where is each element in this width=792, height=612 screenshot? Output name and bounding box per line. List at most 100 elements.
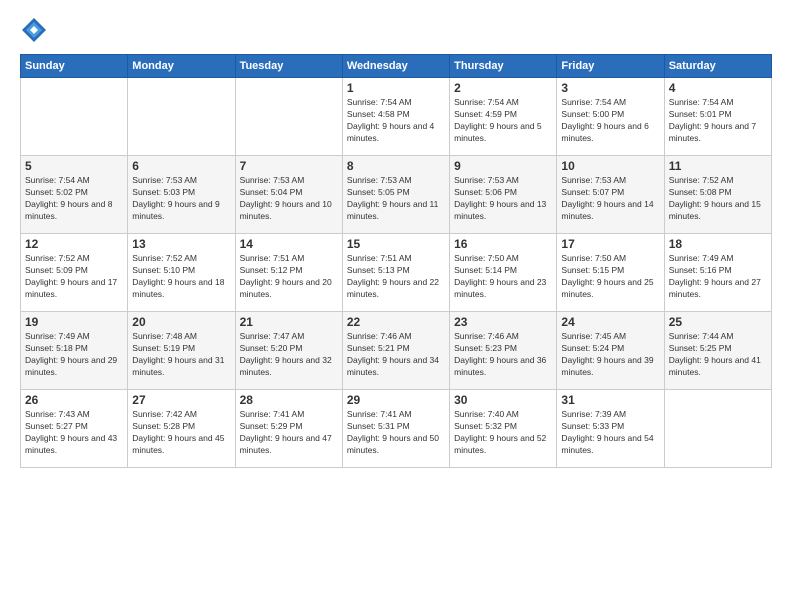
calendar-cell: 24Sunrise: 7:45 AMSunset: 5:24 PMDayligh…: [557, 312, 664, 390]
calendar-cell: 11Sunrise: 7:52 AMSunset: 5:08 PMDayligh…: [664, 156, 771, 234]
day-info: Sunrise: 7:46 AMSunset: 5:23 PMDaylight:…: [454, 331, 552, 379]
day-info: Sunrise: 7:53 AMSunset: 5:07 PMDaylight:…: [561, 175, 659, 223]
day-number: 27: [132, 393, 230, 407]
calendar-cell: 16 Sunrise: 7:50 AMSunset: 5:14 PMDayligh…: [450, 234, 557, 312]
calendar-cell: 2 Sunrise: 7:54 AMSunset: 4:59 PMDaylight…: [450, 78, 557, 156]
day-number: 1: [347, 81, 445, 95]
day-info: Sunrise: 7:53 AMSunset: 5:06 PMDaylight:…: [454, 175, 552, 223]
logo: [20, 16, 52, 44]
day-info: Sunrise: 7:49 AMSunset: 5:18 PMDaylight:…: [25, 331, 123, 379]
day-number: 18: [669, 237, 767, 251]
day-info: Sunrise: 7:51 AMSunset: 5:12 PMDaylight:…: [240, 253, 338, 301]
day-number: 14: [240, 237, 338, 251]
week-row-3: 12 Sunrise: 7:52 AMSunset: 5:09 PMDayligh…: [21, 234, 772, 312]
weekday-header-monday: Monday: [128, 55, 235, 78]
calendar-cell: 21 Sunrise: 7:47 AMSunset: 5:20 PMDayligh…: [235, 312, 342, 390]
calendar-cell: 12 Sunrise: 7:52 AMSunset: 5:09 PMDayligh…: [21, 234, 128, 312]
weekday-header-sunday: Sunday: [21, 55, 128, 78]
day-info: Sunrise: 7:53 AMSunset: 5:05 PMDaylight:…: [347, 175, 445, 223]
logo-icon: [20, 16, 48, 44]
calendar-cell: [21, 78, 128, 156]
header: [20, 16, 772, 44]
calendar-cell: 27 Sunrise: 7:42 AMSunset: 5:28 PMDayligh…: [128, 390, 235, 468]
day-info: Sunrise: 7:49 AMSunset: 5:16 PMDaylight:…: [669, 253, 767, 301]
day-number: 17: [561, 237, 659, 251]
week-row-1: 1 Sunrise: 7:54 AMSunset: 4:58 PMDaylight…: [21, 78, 772, 156]
day-number: 24: [561, 315, 659, 329]
calendar-cell: 1 Sunrise: 7:54 AMSunset: 4:58 PMDaylight…: [342, 78, 449, 156]
day-info: Sunrise: 7:50 AMSunset: 5:14 PMDaylight:…: [454, 253, 552, 301]
calendar-cell: 20Sunrise: 7:48 AMSunset: 5:19 PMDayligh…: [128, 312, 235, 390]
day-number: 12: [25, 237, 123, 251]
day-info: Sunrise: 7:54 AMSunset: 4:59 PMDaylight:…: [454, 97, 552, 145]
calendar-table: SundayMondayTuesdayWednesdayThursdayFrid…: [20, 54, 772, 468]
day-number: 26: [25, 393, 123, 407]
day-info: Sunrise: 7:51 AMSunset: 5:13 PMDaylight:…: [347, 253, 445, 301]
calendar-cell: [235, 78, 342, 156]
weekday-header-wednesday: Wednesday: [342, 55, 449, 78]
day-info: Sunrise: 7:52 AMSunset: 5:08 PMDaylight:…: [669, 175, 767, 223]
day-info: Sunrise: 7:39 AMSunset: 5:33 PMDaylight:…: [561, 409, 659, 457]
calendar-page: SundayMondayTuesdayWednesdayThursdayFrid…: [0, 0, 792, 612]
day-info: Sunrise: 7:41 AMSunset: 5:31 PMDaylight:…: [347, 409, 445, 457]
day-number: 31: [561, 393, 659, 407]
day-number: 30: [454, 393, 552, 407]
week-row-2: 5 Sunrise: 7:54 AMSunset: 5:02 PMDaylight…: [21, 156, 772, 234]
calendar-cell: [128, 78, 235, 156]
calendar-cell: 3Sunrise: 7:54 AMSunset: 5:00 PMDaylight…: [557, 78, 664, 156]
day-info: Sunrise: 7:42 AMSunset: 5:28 PMDaylight:…: [132, 409, 230, 457]
day-number: 7: [240, 159, 338, 173]
day-number: 8: [347, 159, 445, 173]
calendar-cell: 25Sunrise: 7:44 AMSunset: 5:25 PMDayligh…: [664, 312, 771, 390]
day-number: 22: [347, 315, 445, 329]
weekday-header-tuesday: Tuesday: [235, 55, 342, 78]
weekday-header-friday: Friday: [557, 55, 664, 78]
weekday-header-saturday: Saturday: [664, 55, 771, 78]
day-info: Sunrise: 7:53 AMSunset: 5:04 PMDaylight:…: [240, 175, 338, 223]
calendar-cell: 8 Sunrise: 7:53 AMSunset: 5:05 PMDaylight…: [342, 156, 449, 234]
day-number: 23: [454, 315, 552, 329]
calendar-cell: [664, 390, 771, 468]
calendar-cell: 17Sunrise: 7:50 AMSunset: 5:15 PMDayligh…: [557, 234, 664, 312]
day-number: 13: [132, 237, 230, 251]
calendar-cell: 23 Sunrise: 7:46 AMSunset: 5:23 PMDayligh…: [450, 312, 557, 390]
day-info: Sunrise: 7:46 AMSunset: 5:21 PMDaylight:…: [347, 331, 445, 379]
calendar-cell: 10 Sunrise: 7:53 AMSunset: 5:07 PMDayligh…: [557, 156, 664, 234]
week-row-4: 19 Sunrise: 7:49 AMSunset: 5:18 PMDayligh…: [21, 312, 772, 390]
day-info: Sunrise: 7:40 AMSunset: 5:32 PMDaylight:…: [454, 409, 552, 457]
day-number: 21: [240, 315, 338, 329]
day-number: 5: [25, 159, 123, 173]
day-number: 15: [347, 237, 445, 251]
calendar-cell: 30 Sunrise: 7:40 AMSunset: 5:32 PMDayligh…: [450, 390, 557, 468]
day-number: 16: [454, 237, 552, 251]
calendar-cell: 6 Sunrise: 7:53 AMSunset: 5:03 PMDaylight…: [128, 156, 235, 234]
calendar-cell: 9Sunrise: 7:53 AMSunset: 5:06 PMDaylight…: [450, 156, 557, 234]
calendar-cell: 15 Sunrise: 7:51 AMSunset: 5:13 PMDayligh…: [342, 234, 449, 312]
day-number: 10: [561, 159, 659, 173]
day-number: 2: [454, 81, 552, 95]
day-number: 25: [669, 315, 767, 329]
calendar-cell: 18 Sunrise: 7:49 AMSunset: 5:16 PMDayligh…: [664, 234, 771, 312]
day-info: Sunrise: 7:53 AMSunset: 5:03 PMDaylight:…: [132, 175, 230, 223]
calendar-cell: 29 Sunrise: 7:41 AMSunset: 5:31 PMDayligh…: [342, 390, 449, 468]
day-info: Sunrise: 7:54 AMSunset: 4:58 PMDaylight:…: [347, 97, 445, 145]
day-number: 4: [669, 81, 767, 95]
day-number: 28: [240, 393, 338, 407]
day-info: Sunrise: 7:48 AMSunset: 5:19 PMDaylight:…: [132, 331, 230, 379]
day-info: Sunrise: 7:41 AMSunset: 5:29 PMDaylight:…: [240, 409, 338, 457]
weekday-header-thursday: Thursday: [450, 55, 557, 78]
day-info: Sunrise: 7:54 AMSunset: 5:02 PMDaylight:…: [25, 175, 123, 223]
day-info: Sunrise: 7:52 AMSunset: 5:10 PMDaylight:…: [132, 253, 230, 301]
day-info: Sunrise: 7:47 AMSunset: 5:20 PMDaylight:…: [240, 331, 338, 379]
day-info: Sunrise: 7:52 AMSunset: 5:09 PMDaylight:…: [25, 253, 123, 301]
day-number: 29: [347, 393, 445, 407]
calendar-cell: 22 Sunrise: 7:46 AMSunset: 5:21 PMDayligh…: [342, 312, 449, 390]
calendar-cell: 13 Sunrise: 7:52 AMSunset: 5:10 PMDayligh…: [128, 234, 235, 312]
day-info: Sunrise: 7:54 AMSunset: 5:01 PMDaylight:…: [669, 97, 767, 145]
day-number: 6: [132, 159, 230, 173]
weekday-header-row: SundayMondayTuesdayWednesdayThursdayFrid…: [21, 55, 772, 78]
day-number: 19: [25, 315, 123, 329]
calendar-cell: 4 Sunrise: 7:54 AMSunset: 5:01 PMDaylight…: [664, 78, 771, 156]
calendar-cell: 28 Sunrise: 7:41 AMSunset: 5:29 PMDayligh…: [235, 390, 342, 468]
calendar-cell: 7 Sunrise: 7:53 AMSunset: 5:04 PMDaylight…: [235, 156, 342, 234]
